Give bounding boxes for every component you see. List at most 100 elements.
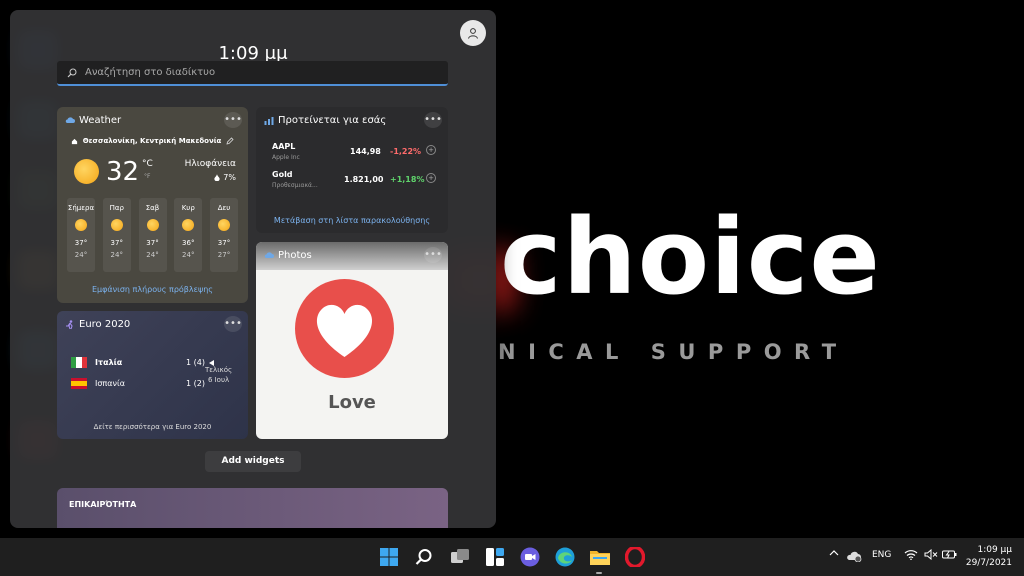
battery-charging-icon [942,550,957,559]
stocks-more-button[interactable]: ••• [424,112,442,128]
search-input[interactable] [85,67,425,78]
wifi-icon [904,550,918,561]
chevron-up-icon [829,550,839,556]
photos-cloud-icon [264,252,274,258]
spain-flag-icon [71,378,87,389]
stock-symbol: AAPL [272,142,296,151]
home-icon [71,138,77,144]
file-explorer-button[interactable] [590,547,610,567]
person-icon [468,28,478,39]
location-label: Θεσσαλονίκη, Κεντρική Μακεδονία [82,137,222,145]
team-score: 1 (4) [186,358,205,367]
forecast-day[interactable]: Δευ 37° 27° [210,198,238,272]
opera-icon [625,547,645,567]
active-app-indicator [596,572,602,574]
stock-name: Apple Inc [272,154,300,161]
forecast-day-label: Δευ [217,204,231,212]
edge-icon [555,547,575,567]
full-forecast-link[interactable]: Εμφάνιση πλήρους πρόβλεψης [57,285,248,294]
italy-flag-icon [71,357,87,368]
photos-more-button[interactable]: ••• [424,247,442,263]
battery-button[interactable] [942,549,958,563]
taskbar: ENG 1:09 μμ 29/7/2021 [0,538,1024,576]
precipitation: 7% [214,173,236,182]
volume-muted-icon [924,548,938,561]
sun-icon [75,219,87,231]
language-indicator[interactable]: ENG [872,550,891,560]
precipitation-value: 7% [223,173,236,182]
search-icon [67,68,77,77]
widgets-button[interactable] [485,547,505,567]
web-search-box[interactable] [57,61,448,86]
fahrenheit-toggle[interactable]: °F [144,173,150,180]
team-name: Ιταλία [95,358,123,367]
forecast-high: 37° [217,239,231,247]
team-score: 1 (2) [186,379,205,388]
weather-widget[interactable]: Weather ••• Θεσσαλονίκη, Κεντρική Μακεδο… [57,107,248,303]
edit-pencil-icon[interactable] [226,137,234,145]
stock-chart-icon [264,117,274,125]
heart-icon [316,304,373,357]
sun-icon [182,219,195,231]
weather-more-button[interactable]: ••• [224,112,242,128]
edge-browser-button[interactable] [555,547,575,567]
forecast-low: 24° [110,251,123,259]
news-card[interactable]: ΕΠΙΚΑΙΡΌΤΗΤΑ [57,488,448,528]
task-view-icon [451,549,469,563]
team-name: Ισπανία [95,379,125,388]
forecast-day-label: Σήμερα [67,204,95,212]
add-to-watchlist-button[interactable]: + [426,173,436,183]
weather-location[interactable]: Θεσσαλονίκη, Κεντρική Μακεδονία [57,137,248,145]
euro-2020-widget[interactable]: Euro 2020 ••• Ιταλία 1 (4) Ισπανία 1 (2)… [57,311,248,439]
taskbar-clock-time[interactable]: 1:09 μμ [962,545,1012,555]
wallpaper-logo-text: choice [500,196,881,318]
euro-more-button[interactable]: ••• [224,316,242,332]
stock-symbol: Gold [272,170,293,179]
start-button[interactable] [379,547,399,567]
taskbar-search-button[interactable] [414,547,434,567]
profile-button[interactable] [460,20,486,46]
euro-more-link[interactable]: Δείτε περισσότερα για Euro 2020 [57,423,248,431]
photo-caption: Love [328,392,376,413]
forecast-low: 24° [182,251,195,259]
euro-title: Euro 2020 [79,319,131,330]
stock-price: 1.821,00 [344,175,384,184]
add-to-watchlist-button[interactable]: + [426,145,436,155]
forecast-day-label: Παρ [109,204,124,212]
taskbar-clock-date[interactable]: 29/7/2021 [962,558,1012,568]
search-icon [415,549,432,565]
stock-change: +1,18% [390,175,425,184]
forecast-low: 24° [146,251,159,259]
wallpaper-subtitle: NICAL SUPPORT [498,340,849,364]
folder-icon [590,551,610,565]
stock-price: 144,98 [350,147,381,156]
forecast-day[interactable]: Σήμερα 37° 24° [67,198,95,272]
forecast-day[interactable]: Σαβ 37° 24° [138,198,167,272]
forecast-low: 24° [74,251,88,259]
celsius-toggle[interactable]: °C [142,159,153,169]
opera-browser-button[interactable] [625,547,645,567]
photos-widget[interactable]: Photos ••• Love [256,242,448,439]
forecast-high: 37° [110,239,123,247]
forecast-day-label: Κυρ [181,204,195,212]
stock-name: Προθεσμιακά... [272,182,318,189]
forecast-low: 27° [217,251,231,259]
show-hidden-icons-button[interactable] [829,549,839,560]
watchlist-link[interactable]: Μετάβαση στη λίστα παρακολούθησης [256,216,448,225]
match-status-label: Τελικός [205,366,233,374]
news-section-title: ΕΠΙΚΑΙΡΌΤΗΤΑ [69,500,137,509]
windows-logo-icon [380,548,398,566]
stock-change: -1,22% [390,147,422,156]
forecast-day[interactable]: Κυρ 36° 24° [174,198,203,272]
teams-chat-button[interactable] [520,547,540,567]
task-view-button[interactable] [450,547,470,567]
add-widgets-button[interactable]: Add widgets [205,451,301,472]
current-temperature: 32 [106,157,140,187]
volume-button[interactable] [924,548,938,563]
stocks-widget[interactable]: Προτείνεται για εσάς ••• AAPL Apple Inc 14… [256,107,448,233]
wifi-button[interactable] [904,549,918,563]
onedrive-tray-button[interactable] [846,550,862,565]
weather-condition: Ηλιοφάνεια [184,159,236,169]
forecast-day[interactable]: Παρ 37° 24° [102,198,131,272]
photos-title: Photos [278,250,312,261]
